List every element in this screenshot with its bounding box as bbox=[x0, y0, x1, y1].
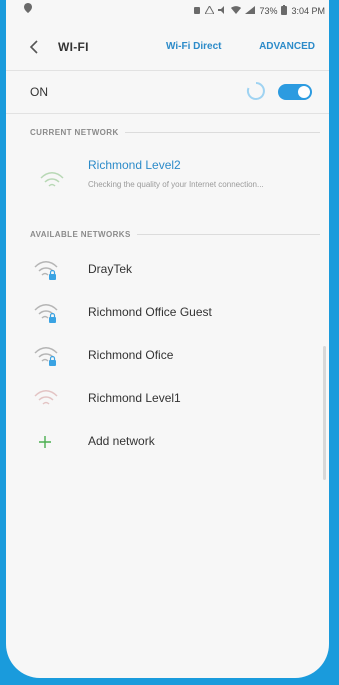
scrollbar-thumb[interactable] bbox=[323, 346, 326, 480]
toggle-knob bbox=[298, 86, 310, 98]
back-arrow-icon[interactable] bbox=[26, 38, 44, 56]
wifi-settings-screen: 73% 3:04 PM WI-FI Wi-Fi Direct ADVANCED … bbox=[6, 0, 329, 678]
network-item-draytek[interactable]: DrayTek bbox=[6, 248, 329, 291]
network-name: DrayTek bbox=[88, 262, 133, 276]
wifi-connected-icon bbox=[39, 170, 65, 192]
status-bar: 73% 3:04 PM bbox=[6, 0, 329, 22]
network-name: Richmond Ofice bbox=[88, 348, 174, 362]
network-item-richmond-ofice[interactable]: Richmond Ofice bbox=[6, 334, 329, 377]
network-item-richmond-level1[interactable]: Richmond Level1 bbox=[6, 377, 329, 420]
clock: 3:04 PM bbox=[291, 6, 325, 16]
alert-icon bbox=[204, 4, 216, 16]
current-network-header: CURRENT NETWORK bbox=[30, 128, 320, 137]
divider bbox=[136, 234, 320, 235]
available-networks-header-label: AVAILABLE NETWORKS bbox=[30, 230, 131, 239]
scanning-spinner-icon bbox=[246, 81, 266, 101]
network-name: Richmond Office Guest bbox=[88, 305, 212, 319]
wifi-toggle-switch[interactable] bbox=[278, 84, 312, 100]
current-network-header-label: CURRENT NETWORK bbox=[30, 128, 119, 137]
signal-icon bbox=[245, 6, 256, 16]
battery-percent: 73% bbox=[259, 6, 278, 16]
available-networks-header: AVAILABLE NETWORKS bbox=[30, 230, 320, 239]
wifi-locked-icon bbox=[33, 302, 59, 324]
wifi-master-switch-row[interactable]: ON bbox=[6, 70, 329, 114]
mute-icon bbox=[218, 6, 227, 16]
notification-icon bbox=[193, 6, 201, 17]
wifi-locked-icon bbox=[33, 345, 59, 367]
current-network-name: Richmond Level2 bbox=[88, 158, 181, 172]
wifi-state-label: ON bbox=[30, 85, 48, 99]
divider bbox=[124, 132, 320, 133]
wifi-direct-button[interactable]: Wi-Fi Direct bbox=[166, 41, 221, 52]
app-bar: WI-FI Wi-Fi Direct ADVANCED bbox=[6, 28, 329, 68]
wifi-open-icon bbox=[33, 388, 59, 410]
add-network-label: Add network bbox=[88, 434, 155, 448]
add-network-button[interactable]: Add network bbox=[6, 420, 329, 463]
status-icons: 73% 3:04 PM bbox=[193, 4, 325, 17]
plus-icon bbox=[33, 430, 57, 454]
network-item-richmond-office-guest[interactable]: Richmond Office Guest bbox=[6, 291, 329, 334]
available-networks-list: DrayTek Richmond Office Guest Richmond O… bbox=[6, 248, 329, 463]
battery-icon bbox=[281, 5, 288, 17]
current-network-status: Checking the quality of your Internet co… bbox=[88, 180, 264, 189]
advanced-button[interactable]: ADVANCED bbox=[259, 41, 315, 52]
location-icon bbox=[24, 3, 32, 16]
wifi-locked-icon bbox=[33, 259, 59, 281]
page-title: WI-FI bbox=[58, 40, 89, 54]
wifi-status-icon bbox=[231, 6, 242, 16]
network-name: Richmond Level1 bbox=[88, 391, 181, 405]
current-network-item[interactable]: Richmond Level2 Checking the quality of … bbox=[6, 150, 329, 214]
